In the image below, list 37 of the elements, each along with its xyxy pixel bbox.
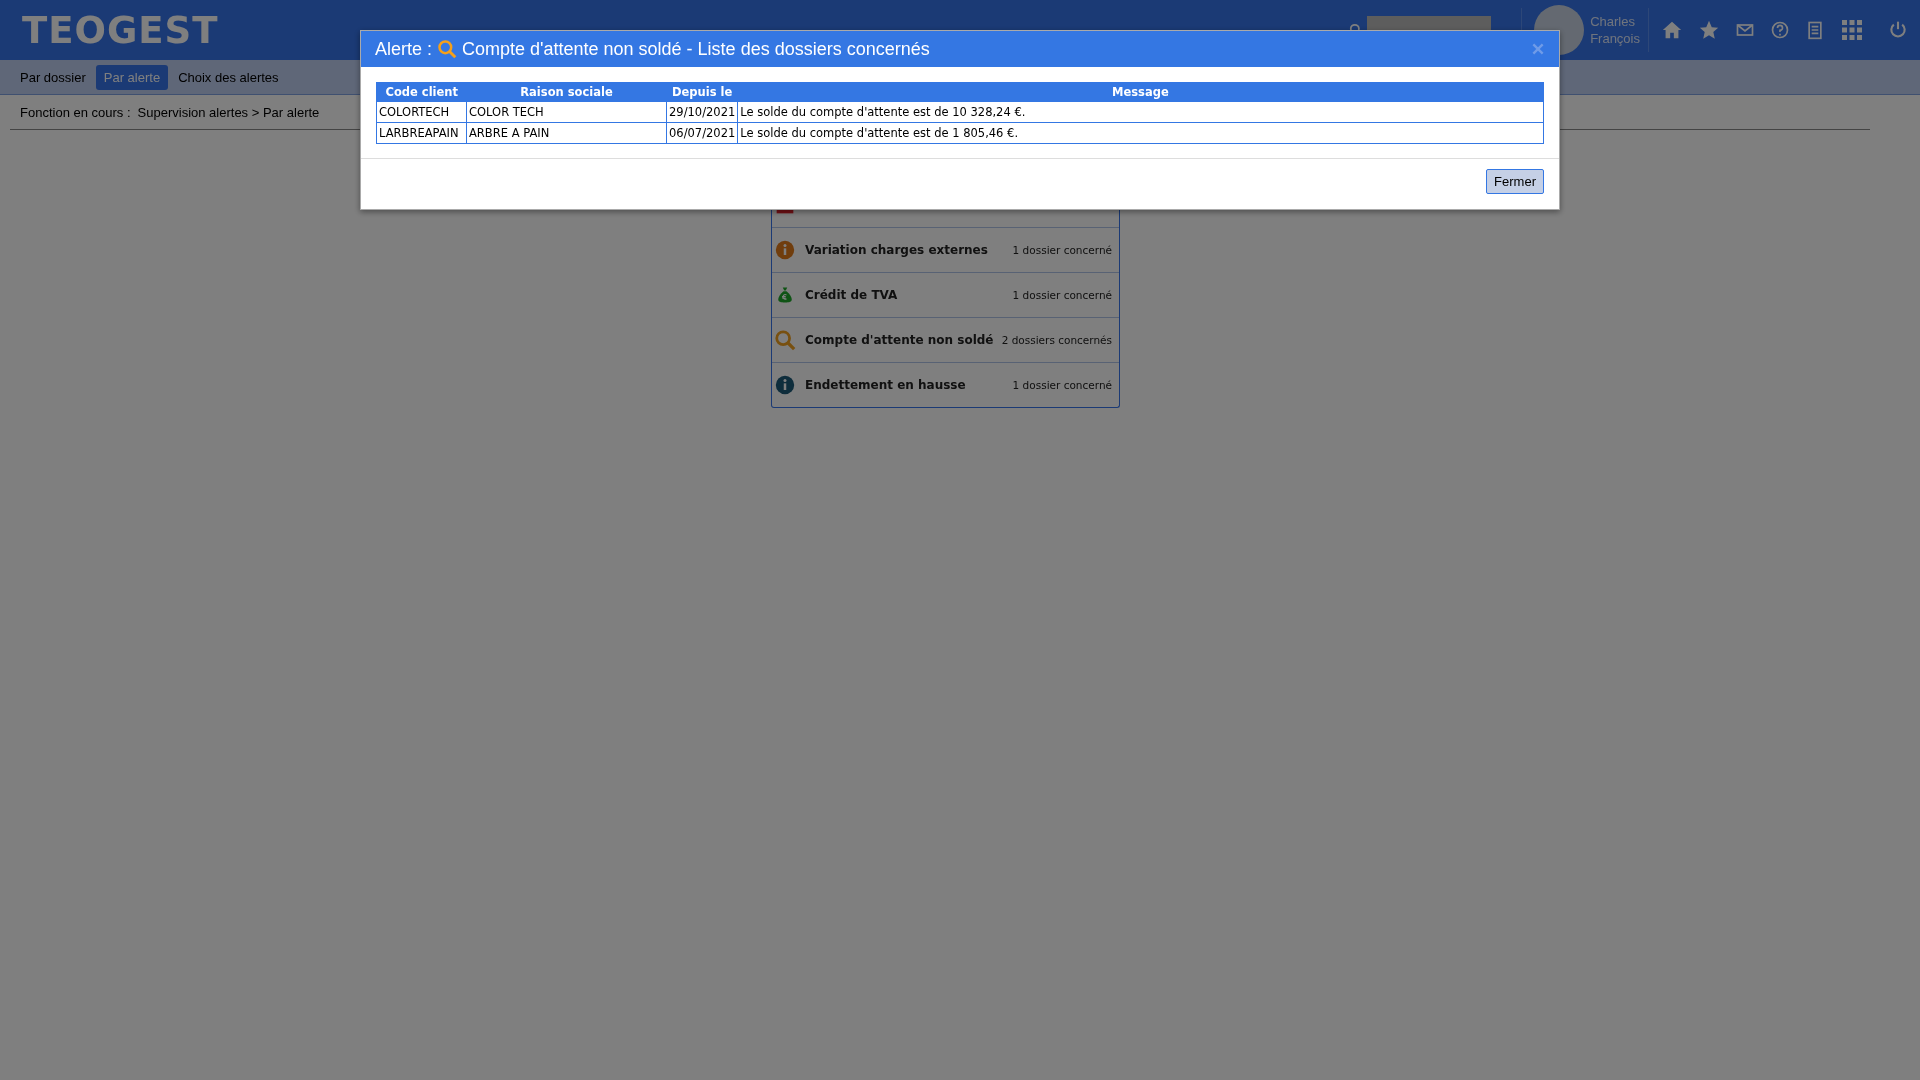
column-header[interactable]: Code client xyxy=(376,82,467,102)
search-icon xyxy=(774,329,796,351)
home-icon[interactable] xyxy=(1661,19,1683,41)
table-cell: Le solde du compte d'attente est de 1 805,46 €. xyxy=(737,122,1544,144)
table-cell: 06/07/2021 xyxy=(666,122,738,144)
power-icon[interactable] xyxy=(1888,20,1908,40)
breadcrumb-label: Fonction en cours : xyxy=(20,104,131,120)
search-icon xyxy=(437,39,458,59)
column-header[interactable]: Raison sociale xyxy=(466,82,667,102)
column-header[interactable]: Depuis le xyxy=(666,82,738,102)
alert-item[interactable]: Variation charges externes 1 dossier concerné xyxy=(772,227,1119,272)
alert-item[interactable]: Compte d'attente non soldé 2 dossiers concernés xyxy=(772,317,1119,362)
alert-item[interactable]: Endettement en hausse 1 dossier concerné xyxy=(772,362,1119,407)
column-header[interactable]: Message xyxy=(737,82,1544,102)
info-icon xyxy=(775,375,795,395)
logo[interactable]: TEOGEST xyxy=(22,8,219,52)
table-cell: LARBREAPAIN xyxy=(376,122,467,144)
star-icon[interactable] xyxy=(1698,19,1720,41)
close-button[interactable]: Fermer xyxy=(1486,169,1544,194)
dialog-title: Compte d'attente non soldé - Liste des dossiers concernés xyxy=(462,38,931,60)
alert-item[interactable]: Crédit de TVA 1 dossier concerné xyxy=(772,272,1119,317)
table-cell: Le solde du compte d'attente est de 10 328,24 €. xyxy=(737,101,1544,123)
nav-tab[interactable]: Par alerte xyxy=(95,64,169,90)
nav-tab[interactable]: Choix des alertes xyxy=(170,64,287,90)
grid-icon[interactable] xyxy=(1840,18,1864,42)
table-cell: 29/10/2021 xyxy=(666,101,738,123)
dialog-title-prefix: Alerte : xyxy=(375,38,433,60)
breadcrumb-path[interactable]: Supervision alertes > Par alerte xyxy=(137,104,320,120)
user-name[interactable]: Charles François xyxy=(1590,13,1640,47)
table-cell: ARBRE A PAIN xyxy=(466,122,667,144)
close-icon[interactable] xyxy=(1531,42,1545,56)
nav-tab[interactable]: Par dossier xyxy=(12,64,94,90)
table-cell: COLOR TECH xyxy=(466,101,667,123)
info-icon xyxy=(775,240,795,260)
help-icon[interactable] xyxy=(1770,20,1790,40)
notepad-icon[interactable] xyxy=(1805,19,1825,41)
table-cell: COLORTECH xyxy=(376,101,467,123)
